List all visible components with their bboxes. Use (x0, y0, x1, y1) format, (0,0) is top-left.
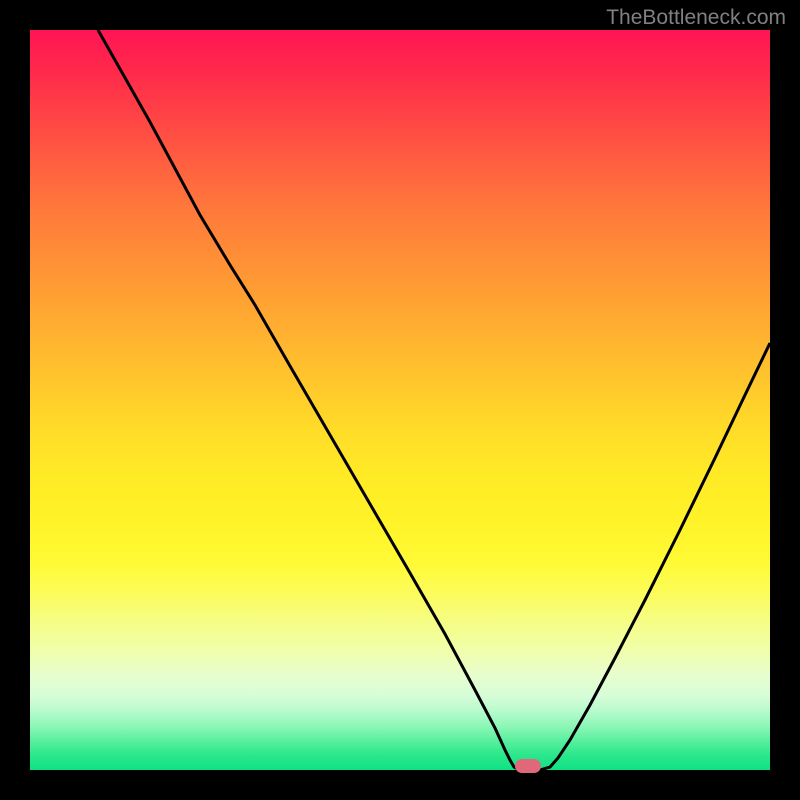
optimal-point-marker (515, 759, 541, 773)
curve-overlay (30, 30, 770, 770)
chart-plot-area (30, 30, 770, 770)
attribution-watermark: TheBottleneck.com (606, 6, 786, 30)
bottleneck-curve-line (98, 30, 770, 770)
